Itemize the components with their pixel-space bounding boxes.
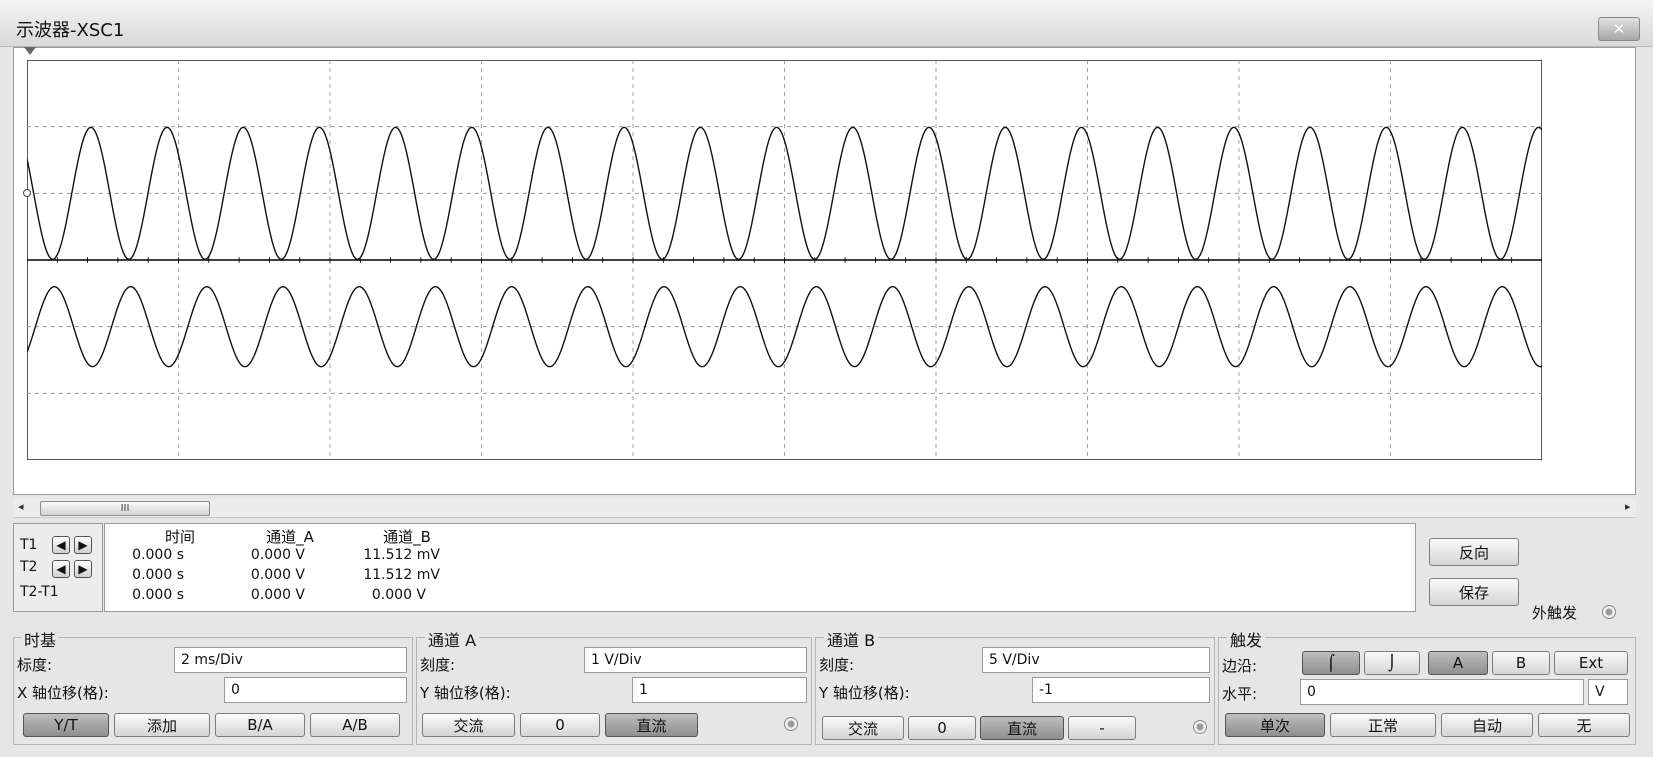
- channel-b-zero-button[interactable]: 0: [908, 716, 976, 740]
- timebase-scale-field[interactable]: 2 ms/Div: [174, 647, 407, 673]
- header-time: 时间: [164, 528, 195, 546]
- add-mode-button[interactable]: 添加: [114, 713, 210, 737]
- channel-b-ypos-label: Y 轴位移(格):: [819, 684, 910, 702]
- channel-b-ypos-field[interactable]: -1: [1032, 677, 1210, 703]
- horizontal-scrollbar[interactable]: [13, 499, 1636, 518]
- channel-a-title: 通道 A: [425, 627, 480, 651]
- cursor-handle-icon[interactable]: [22, 188, 32, 198]
- header-channel-a: 通道_A: [266, 528, 314, 546]
- channel-b-minus-button[interactable]: -: [1068, 716, 1136, 740]
- auto-mode-button[interactable]: 自动: [1441, 713, 1533, 737]
- trigger-source-a-button[interactable]: A: [1428, 651, 1488, 675]
- t2-right-button[interactable]: ▶: [74, 560, 92, 578]
- x-position-label: X 轴位移(格):: [17, 684, 109, 702]
- trigger-source-ext-button[interactable]: Ext: [1554, 651, 1628, 675]
- channel-b-indicator[interactable]: [1193, 720, 1207, 734]
- channel-a-ypos-label: Y 轴位移(格):: [420, 684, 511, 702]
- channel-a-scale-label: 刻度:: [420, 656, 456, 674]
- channel-b-title: 通道 B: [824, 627, 879, 651]
- close-button[interactable]: ✕: [1598, 17, 1640, 41]
- channel-b-ac-button[interactable]: 交流: [822, 716, 904, 740]
- table-cell: 0.000 V: [250, 547, 305, 563]
- table-cell: 0.000 s: [132, 587, 184, 603]
- trigger-title: 触发: [1227, 627, 1266, 651]
- title-bar: [0, 0, 1653, 47]
- channel-a-zero-button[interactable]: 0: [520, 713, 600, 737]
- t2-t1-label: T2-T1: [20, 584, 59, 600]
- ba-mode-button[interactable]: B/A: [215, 713, 305, 737]
- channel-a-scale-field[interactable]: 1 V/Div: [584, 647, 807, 673]
- channel-b-scale-label: 刻度:: [819, 656, 855, 674]
- external-trigger-indicator[interactable]: [1602, 605, 1616, 619]
- t2-label: T2: [20, 559, 38, 575]
- t1-right-button[interactable]: ▶: [74, 536, 92, 554]
- falling-edge-button[interactable]: ⌡: [1364, 651, 1420, 675]
- channel-a-ac-button[interactable]: 交流: [422, 713, 515, 737]
- channel-a-dc-button[interactable]: 直流: [605, 713, 698, 737]
- t1-label: T1: [20, 537, 38, 553]
- trigger-marker-icon: [24, 47, 36, 55]
- table-cell: 11.512 mV: [363, 547, 440, 563]
- yt-mode-button[interactable]: Y/T: [23, 713, 109, 737]
- rising-edge-button[interactable]: ⌠: [1302, 651, 1360, 675]
- falling-edge-icon: ⌡: [1388, 654, 1396, 672]
- t1-left-button[interactable]: ◀: [52, 536, 70, 554]
- ab-mode-button[interactable]: A/B: [310, 713, 400, 737]
- header-channel-b: 通道_B: [383, 528, 431, 546]
- channel-a-ypos-field[interactable]: 1: [632, 677, 807, 703]
- trigger-level-unit[interactable]: V: [1588, 679, 1628, 705]
- scope-display: [27, 60, 1542, 460]
- scroll-left-icon[interactable]: ◂: [18, 500, 24, 513]
- table-cell: 11.512 mV: [363, 567, 440, 583]
- rising-edge-icon: ⌠: [1327, 654, 1335, 672]
- table-cell: 0.000 V: [371, 587, 426, 603]
- scroll-right-icon[interactable]: ▸: [1625, 500, 1631, 513]
- save-button[interactable]: 保存: [1429, 578, 1519, 606]
- scroll-thumb[interactable]: III: [40, 501, 210, 516]
- single-mode-button[interactable]: 单次: [1225, 713, 1325, 737]
- timebase-scale-label: 标度:: [17, 656, 53, 674]
- external-trigger-label: 外触发: [1532, 604, 1578, 622]
- window-title: 示波器-XSC1: [16, 20, 125, 41]
- none-mode-button[interactable]: 无: [1538, 713, 1630, 737]
- channel-b-dc-button[interactable]: 直流: [980, 716, 1064, 740]
- x-position-field[interactable]: 0: [224, 677, 407, 703]
- table-cell: 0.000 V: [250, 567, 305, 583]
- normal-mode-button[interactable]: 正常: [1330, 713, 1436, 737]
- close-icon: ✕: [1612, 20, 1626, 38]
- table-cell: 0.000 s: [132, 547, 184, 563]
- channel-b-scale-field[interactable]: 5 V/Div: [982, 647, 1210, 673]
- table-cell: 0.000 V: [250, 587, 305, 603]
- table-cell: 0.000 s: [132, 567, 184, 583]
- timebase-title: 时基: [21, 627, 60, 651]
- reverse-button[interactable]: 反向: [1429, 538, 1519, 566]
- channel-a-indicator[interactable]: [784, 717, 798, 731]
- t2-left-button[interactable]: ◀: [52, 560, 70, 578]
- trigger-source-b-button[interactable]: B: [1492, 651, 1550, 675]
- trigger-edge-label: 边沿:: [1222, 657, 1258, 675]
- trigger-level-label: 水平:: [1222, 685, 1258, 703]
- trigger-level-field[interactable]: 0: [1300, 679, 1584, 705]
